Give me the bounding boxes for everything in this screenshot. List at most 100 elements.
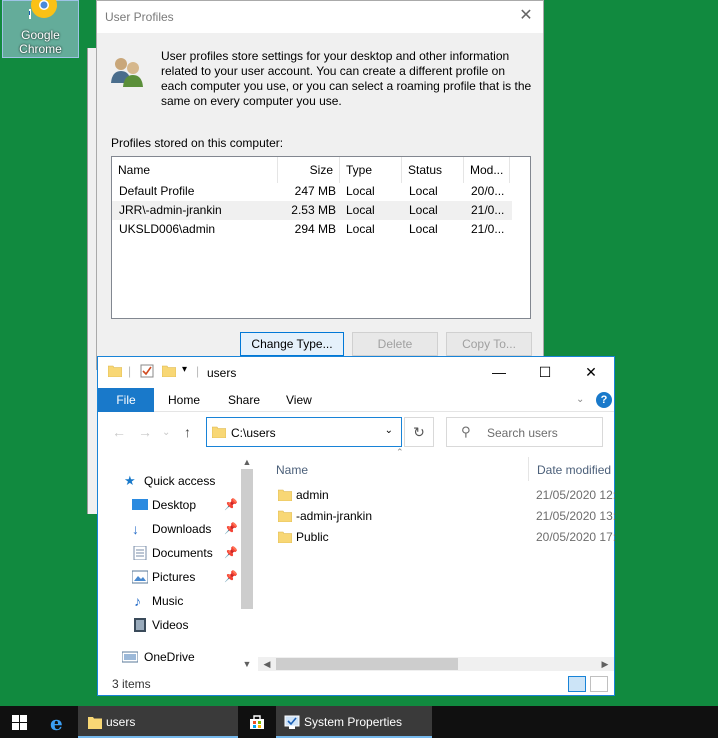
user-profiles-title: User Profiles <box>105 10 174 24</box>
desktop-icon <box>132 499 148 510</box>
large-icons-view-icon[interactable] <box>590 676 608 692</box>
pin-icon: 📌 <box>224 547 238 559</box>
address-text: C:\users <box>231 426 276 440</box>
column-divider <box>528 457 529 481</box>
onedrive-icon <box>122 651 138 663</box>
profiles-list[interactable]: Name Size Type Status Mod... Default Pro… <box>111 156 531 319</box>
column-header-type[interactable]: Type <box>340 157 402 183</box>
folder-icon <box>278 489 292 501</box>
taskbar-store[interactable] <box>238 706 276 738</box>
scrollbar-thumb[interactable] <box>241 469 253 609</box>
tab-share[interactable]: Share <box>228 388 260 412</box>
taskbar-system-properties[interactable]: System Properties <box>276 706 432 738</box>
user-profiles-description: User profiles store settings for your de… <box>161 49 532 108</box>
profile-row[interactable]: Default Profile 247 MB Local Local 20/0.… <box>112 182 512 201</box>
forward-arrow-icon[interactable]: → <box>138 424 152 440</box>
pin-icon: 📌 <box>224 523 238 535</box>
column-header-status[interactable]: Status <box>402 157 464 183</box>
up-arrow-icon[interactable]: ↑ <box>184 424 191 440</box>
chrome-icon <box>29 0 57 19</box>
nav-pictures[interactable]: Pictures 📌 <box>98 565 240 589</box>
scroll-left-icon[interactable]: ◀ <box>260 657 274 671</box>
navigation-pane: ★ Quick access Desktop 📌 ↓ Downloads 📌 D… <box>98 453 256 673</box>
store-icon <box>250 715 264 729</box>
desktop-icon-google-chrome[interactable]: Google Chrome <box>2 0 79 58</box>
pin-icon: 📌 <box>224 499 238 511</box>
tab-view[interactable]: View <box>286 388 312 412</box>
file-row[interactable]: admin 21/05/2020 12:4 <box>258 485 616 506</box>
scroll-right-icon[interactable]: ▶ <box>598 657 612 671</box>
desktop-icon-label: Google Chrome <box>19 28 62 56</box>
details-view-icon[interactable] <box>568 676 586 692</box>
nav-quick-access[interactable]: ★ Quick access <box>98 469 240 493</box>
search-input[interactable]: ⚲ Search users <box>446 417 603 447</box>
tab-home[interactable]: Home <box>168 388 200 412</box>
folder-icon <box>278 510 292 522</box>
sort-indicator-icon: ⌃ <box>396 447 404 457</box>
ribbon-tabs: File Home Share View ⌄ ? <box>98 388 614 412</box>
address-row: ← → ⌄ ↑ C:\users ⌄ ↻ ⚲ Search users <box>98 413 614 453</box>
explorer-title: users <box>207 366 237 380</box>
back-arrow-icon[interactable]: ← <box>112 424 126 440</box>
column-header-modified[interactable]: Mod... <box>464 157 510 183</box>
file-row[interactable]: Public 20/05/2020 17:0 <box>258 527 616 548</box>
edge-icon: e <box>50 711 63 735</box>
expand-ribbon-icon[interactable]: ⌄ <box>576 388 584 412</box>
column-header-size[interactable]: Size <box>278 157 340 183</box>
taskbar-edge[interactable]: e <box>40 706 78 738</box>
toolbar-separator: | <box>128 364 132 378</box>
pin-icon: 📌 <box>224 571 238 583</box>
minimize-icon[interactable]: — <box>476 357 522 387</box>
column-header-date-modified[interactable]: Date modified <box>537 461 611 479</box>
scroll-up-icon[interactable]: ▲ <box>240 457 254 467</box>
nav-onedrive[interactable]: OneDrive <box>98 645 240 669</box>
nav-desktop[interactable]: Desktop 📌 <box>98 493 240 517</box>
file-explorer-window: | ▾ | users — ☐ ✕ File Home Share View ⌄… <box>97 356 616 696</box>
nav-documents[interactable]: Documents 📌 <box>98 541 240 565</box>
explorer-titlebar[interactable]: | ▾ | users — ☐ ✕ <box>98 357 614 387</box>
file-row[interactable]: -admin-jrankin 21/05/2020 13:2 <box>258 506 616 527</box>
address-dropdown-icon[interactable]: ⌄ <box>385 425 393 436</box>
help-icon[interactable]: ? <box>596 392 612 408</box>
profile-row[interactable]: UKSLD006\admin 294 MB Local Local 21/0..… <box>112 220 512 239</box>
toolbar-separator: | <box>196 364 200 378</box>
taskbar-file-explorer[interactable]: users <box>78 706 238 738</box>
properties-icon[interactable] <box>140 364 154 378</box>
refresh-button[interactable]: ↻ <box>404 417 434 447</box>
close-icon[interactable]: ✕ <box>568 357 614 387</box>
windows-logo-icon <box>12 715 27 730</box>
user-profiles-titlebar[interactable]: User Profiles ✕ <box>97 1 543 33</box>
videos-icon <box>134 618 146 632</box>
close-icon[interactable]: ✕ <box>515 5 537 27</box>
nav-videos[interactable]: Videos <box>98 613 240 637</box>
scroll-down-icon[interactable]: ▼ <box>240 659 254 669</box>
profiles-list-header: Name Size Type Status Mod... <box>112 157 530 183</box>
user-profiles-dialog: User Profiles ✕ User profiles store sett… <box>96 0 544 370</box>
nav-music[interactable]: ♪ Music <box>98 589 240 613</box>
nav-downloads[interactable]: ↓ Downloads 📌 <box>98 517 240 541</box>
new-folder-icon[interactable] <box>162 365 176 377</box>
folder-icon <box>212 426 226 438</box>
pictures-icon <box>132 570 148 584</box>
search-placeholder: Search users <box>487 426 558 440</box>
profile-row-selected[interactable]: JRR\-admin-jrankin 2.53 MB Local Local 2… <box>112 201 512 220</box>
refresh-icon: ↻ <box>413 424 425 440</box>
address-bar[interactable]: C:\users ⌄ <box>206 417 402 447</box>
recent-locations-icon[interactable]: ⌄ <box>162 427 170 438</box>
start-button[interactable] <box>0 706 40 738</box>
maximize-icon[interactable]: ☐ <box>522 357 568 387</box>
navigation-scrollbar[interactable]: ▲ ▼ <box>240 457 254 673</box>
search-icon: ⚲ <box>461 424 471 439</box>
column-header-name[interactable]: Name <box>112 157 278 183</box>
status-bar: 3 items <box>98 673 614 695</box>
copy-to-button[interactable]: Copy To... <box>446 332 532 356</box>
scrollbar-thumb[interactable] <box>276 658 458 670</box>
star-icon: ★ <box>124 473 136 488</box>
column-header-name[interactable]: Name <box>276 461 308 479</box>
customize-toolbar-icon[interactable]: ▾ <box>182 364 187 375</box>
folder-icon <box>108 365 122 377</box>
change-type-button[interactable]: Change Type... <box>240 332 344 356</box>
delete-button[interactable]: Delete <box>352 332 438 356</box>
horizontal-scrollbar[interactable]: ◀ ▶ <box>258 657 614 671</box>
tab-file[interactable]: File <box>98 388 154 412</box>
